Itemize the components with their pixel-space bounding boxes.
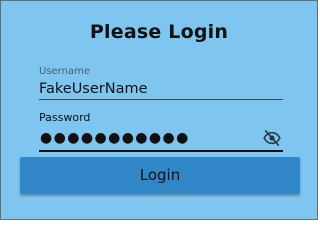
password-input-row[interactable]: ●●●●●●●●●●●: [39, 128, 283, 148]
username-input[interactable]: FakeUserName: [39, 81, 283, 98]
password-underline: [39, 150, 283, 152]
username-field[interactable]: Username FakeUserName: [39, 67, 283, 100]
login-panel: Please Login Username FakeUserName Passw…: [0, 0, 318, 220]
password-field[interactable]: Password ●●●●●●●●●●●: [39, 112, 283, 152]
login-button[interactable]: Login: [20, 157, 300, 194]
username-underline: [39, 99, 283, 100]
page-title: Please Login: [89, 21, 229, 43]
eye-off-icon[interactable]: [263, 129, 281, 147]
username-label: Username: [39, 66, 90, 77]
password-input[interactable]: ●●●●●●●●●●●: [40, 128, 190, 148]
password-label: Password: [39, 111, 91, 124]
